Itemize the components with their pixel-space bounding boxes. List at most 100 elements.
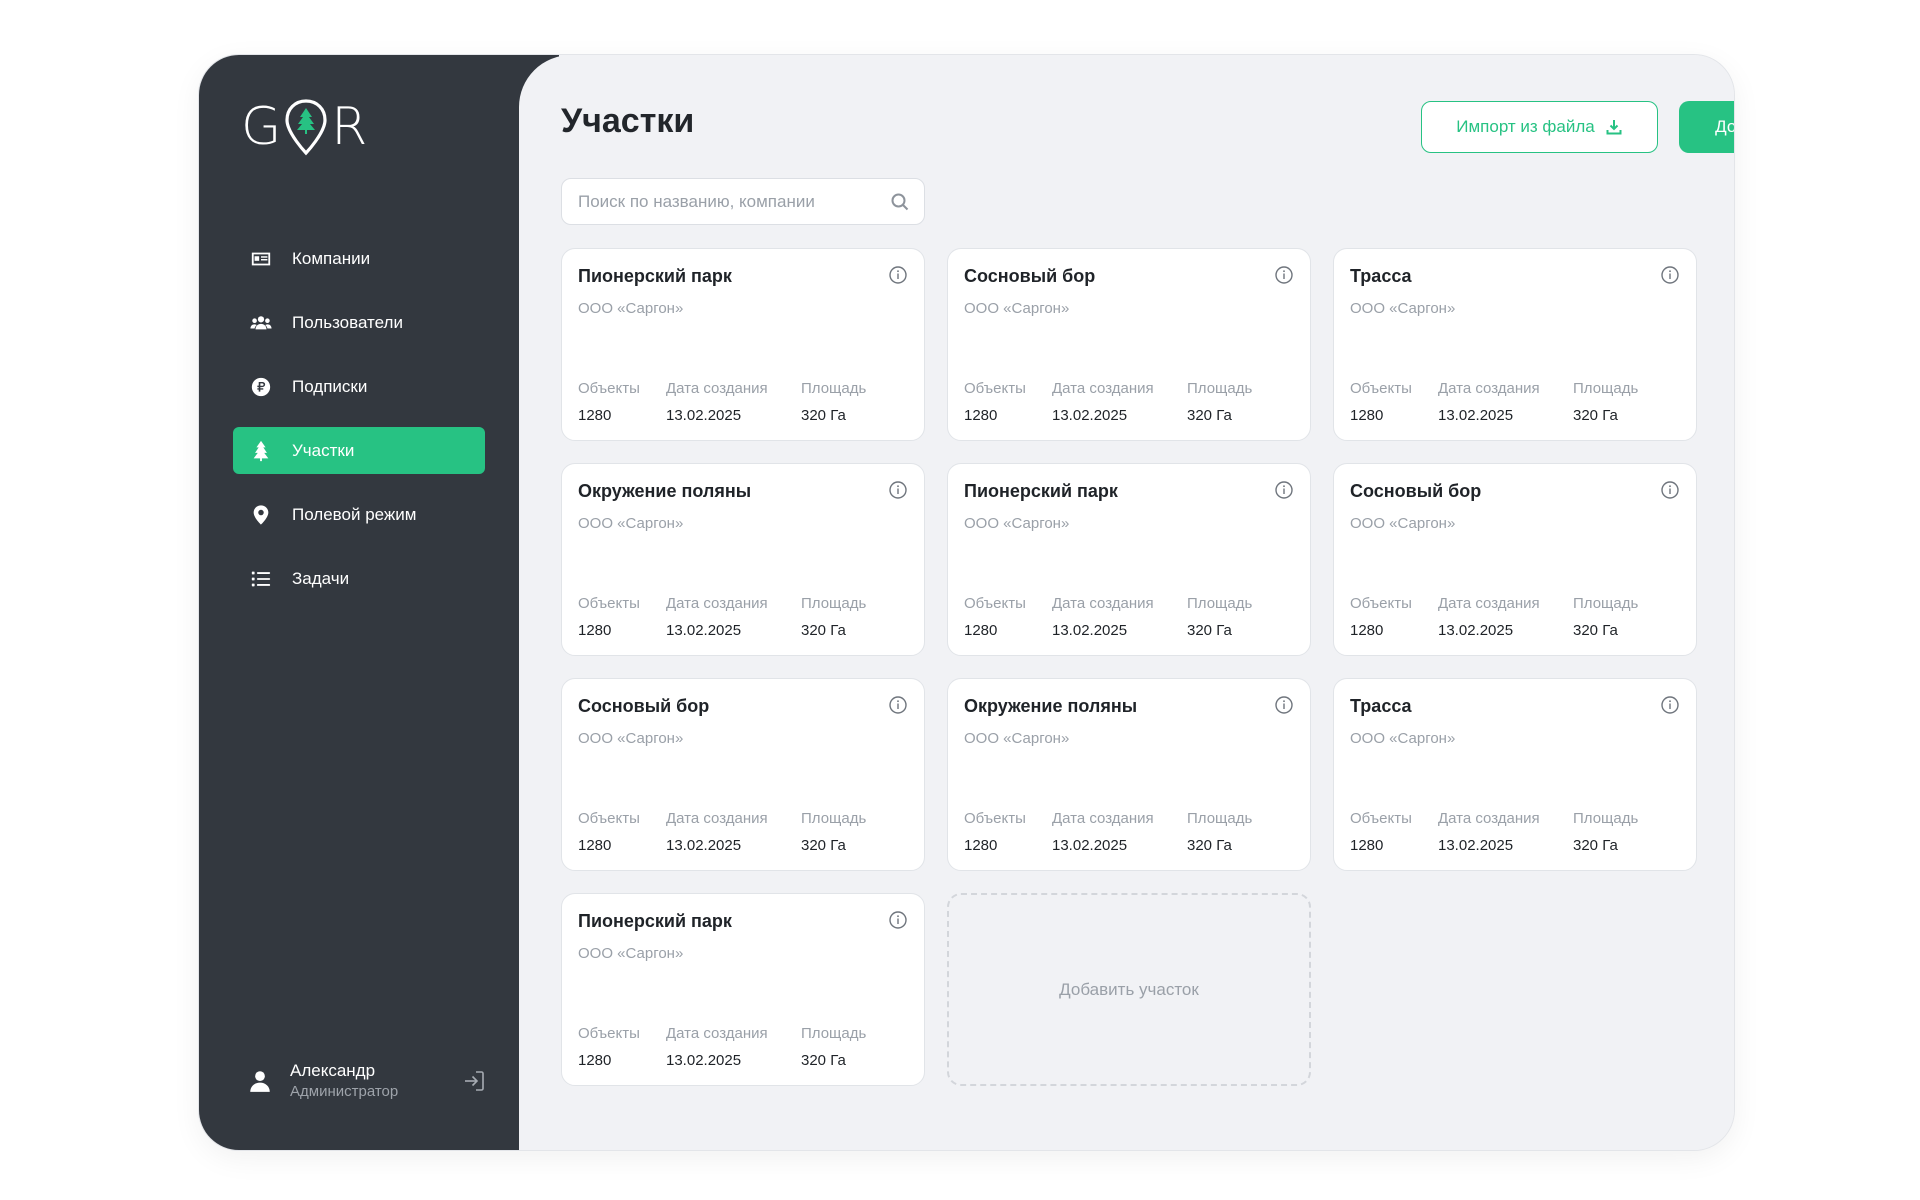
stat-area: Площадь 320 Га [801, 809, 866, 856]
stat-created: Дата создания 13.02.2025 [1052, 809, 1154, 856]
stat-area: Площадь 320 Га [1187, 594, 1252, 641]
stat-value: 1280 [578, 1052, 612, 1069]
info-icon[interactable] [1660, 695, 1680, 715]
logout-icon[interactable] [461, 1068, 487, 1094]
stat-value: 13.02.2025 [1052, 407, 1128, 424]
sidebar-item-label: Участки [292, 440, 355, 460]
plot-title: Окружение поляны [578, 481, 752, 501]
stat-created: Дата создания 13.02.2025 [1438, 379, 1540, 426]
add-plot-button[interactable]: Добавить участок [1679, 101, 1734, 153]
stat-area: Площадь 320 Га [801, 1024, 866, 1071]
stat-value: 13.02.2025 [1052, 837, 1128, 854]
stat-value: 13.02.2025 [1438, 622, 1514, 639]
info-icon[interactable] [888, 910, 908, 930]
sidebar-item-subscriptions[interactable]: Подписки [233, 363, 485, 410]
page-title: Участки [561, 102, 695, 140]
stat-value: 13.02.2025 [666, 407, 742, 424]
import-file-label: Импорт из файла [1456, 117, 1595, 136]
stat-label: Объекты [964, 380, 1026, 397]
list-icon [249, 567, 273, 591]
add-plot-card[interactable]: Добавить участок [947, 893, 1311, 1086]
stat-label: Дата создания [1052, 595, 1154, 612]
stat-value: 320 Га [1187, 622, 1232, 639]
search-input[interactable] [578, 191, 890, 212]
plot-card[interactable]: Трасса ООО «Саргон» Объекты 1280 Дата соз… [1333, 248, 1697, 441]
stat-created: Дата создания 13.02.2025 [666, 379, 768, 426]
stat-value: 13.02.2025 [666, 837, 742, 854]
info-icon[interactable] [1660, 480, 1680, 500]
plot-card[interactable]: Сосновый бор ООО «Саргон» Объекты 1280 Да… [947, 248, 1311, 441]
info-icon[interactable] [888, 480, 908, 500]
stat-value: 1280 [578, 622, 612, 639]
plot-company: ООО «Саргон» [578, 730, 684, 747]
stat-label: Дата создания [666, 380, 768, 397]
info-icon[interactable] [888, 265, 908, 285]
stat-label: Дата создания [666, 810, 768, 827]
stat-value: 320 Га [801, 407, 846, 424]
plot-title: Пионерский парк [964, 481, 1118, 501]
info-icon[interactable] [888, 695, 908, 715]
sidebar: G R Компании Пользователи Подписки Участ… [199, 55, 559, 1150]
sidebar-item-field-mode[interactable]: Полевой режим [233, 491, 485, 538]
user-info: Александр Администратор [290, 1060, 461, 1102]
stat-label: Дата создания [666, 1025, 768, 1042]
stat-value: 320 Га [801, 622, 846, 639]
stat-objects: Объекты 1280 [578, 594, 640, 641]
logo[interactable]: G R [241, 97, 367, 157]
import-file-button[interactable]: Импорт из файла [1421, 101, 1658, 153]
sidebar-item-companies[interactable]: Компании [233, 235, 485, 282]
app-window: G R Компании Пользователи Подписки Участ… [199, 55, 1734, 1150]
stat-label: Площадь [801, 595, 867, 612]
info-icon[interactable] [1660, 265, 1680, 285]
plot-card[interactable]: Пионерский парк ООО «Саргон» Объекты 1280… [561, 893, 925, 1086]
stat-area: Площадь 320 Га [801, 594, 866, 641]
sidebar-item-tasks[interactable]: Задачи [233, 555, 485, 602]
stat-label: Дата создания [1438, 810, 1540, 827]
info-icon[interactable] [1274, 265, 1294, 285]
main-content: Участки Импорт из файла Добавить участок… [519, 55, 1734, 1150]
stat-label: Площадь [801, 380, 867, 397]
plot-company: ООО «Саргон» [578, 945, 684, 962]
stat-objects: Объекты 1280 [578, 379, 640, 426]
info-icon[interactable] [1274, 695, 1294, 715]
stat-value: 1280 [1350, 407, 1384, 424]
stat-value: 320 Га [1187, 837, 1232, 854]
stat-area: Площадь 320 Га [1187, 379, 1252, 426]
stat-value: 1280 [1350, 622, 1384, 639]
download-icon [1606, 120, 1622, 135]
stat-objects: Объекты 1280 [1350, 594, 1412, 641]
sidebar-item-plots[interactable]: Участки [233, 427, 485, 474]
plot-card[interactable]: Пионерский парк ООО «Саргон» Объекты 1280… [561, 248, 925, 441]
sidebar-item-users[interactable]: Пользователи [233, 299, 485, 346]
stat-value: 1280 [964, 837, 998, 854]
stat-objects: Объекты 1280 [964, 594, 1026, 641]
plot-card[interactable]: Сосновый бор ООО «Саргон» Объекты 1280 Да… [561, 678, 925, 871]
stat-value: 13.02.2025 [666, 622, 742, 639]
stat-value: 320 Га [801, 1052, 846, 1069]
stat-value: 1280 [578, 837, 612, 854]
sidebar-nav: Компании Пользователи Подписки Участки П… [233, 235, 485, 619]
plot-card[interactable]: Пионерский парк ООО «Саргон» Объекты 1280… [947, 463, 1311, 656]
stat-value: 13.02.2025 [1052, 622, 1128, 639]
plot-title: Пионерский парк [578, 266, 732, 286]
stat-label: Объекты [578, 810, 640, 827]
stat-label: Площадь [1573, 810, 1639, 827]
logo-letter-g: G [241, 97, 282, 157]
info-icon[interactable] [1274, 480, 1294, 500]
plot-title: Сосновый бор [964, 266, 1096, 286]
sidebar-item-label: Подписки [292, 376, 368, 396]
search-icon[interactable] [890, 192, 910, 212]
sidebar-item-label: Полевой режим [292, 504, 417, 524]
plot-title: Трасса [1350, 266, 1412, 286]
user-icon [247, 1068, 273, 1094]
stat-label: Дата создания [1052, 380, 1154, 397]
plot-card[interactable]: Окружение поляны ООО «Саргон» Объекты 128… [947, 678, 1311, 871]
stat-value: 13.02.2025 [1438, 407, 1514, 424]
plot-card[interactable]: Окружение поляны ООО «Саргон» Объекты 128… [561, 463, 925, 656]
stat-objects: Объекты 1280 [578, 1024, 640, 1071]
plot-card[interactable]: Сосновый бор ООО «Саргон» Объекты 1280 Да… [1333, 463, 1697, 656]
plot-title: Окружение поляны [964, 696, 1138, 716]
plot-card[interactable]: Трасса ООО «Саргон» Объекты 1280 Дата соз… [1333, 678, 1697, 871]
stat-created: Дата создания 13.02.2025 [666, 594, 768, 641]
ruble-icon [249, 375, 273, 399]
